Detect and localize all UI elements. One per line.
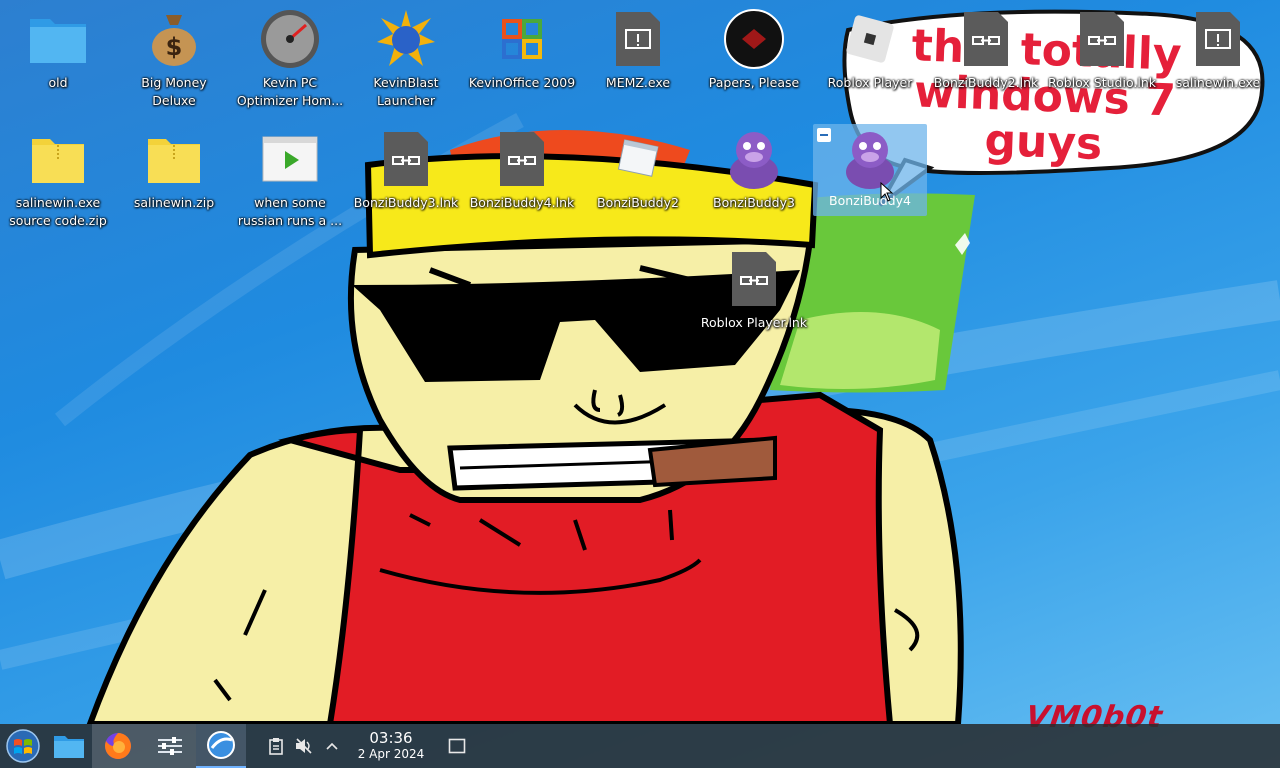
bonzi-gorilla-icon: [839, 128, 901, 190]
desktop-icon-old[interactable]: old: [1, 0, 115, 112]
money-bag-icon: $: [143, 8, 205, 70]
desktop-icon-bonzibuddy3-lnk[interactable]: BonziBuddy3.lnk: [349, 120, 463, 232]
desktop-icon-label: BonziBuddy4.lnk: [469, 195, 575, 210]
show-desktop-icon: [448, 738, 466, 754]
roblox-icon: [839, 8, 901, 70]
executable-icon: [607, 8, 669, 70]
taskbar-firefox-button[interactable]: [92, 724, 144, 768]
taskbar-settings-button[interactable]: [144, 724, 196, 768]
desktop-icon-big-money-deluxe[interactable]: $ Big Money Deluxe: [117, 0, 231, 112]
shortcut-file-icon: [723, 248, 785, 310]
desktop-icon-label: BonziBuddy3: [713, 195, 795, 210]
papers-please-icon: [723, 8, 785, 70]
desktop-icon-label: KevinOffice 2009: [468, 75, 576, 90]
shortcut-file-icon: [955, 8, 1017, 70]
shortcut-file-icon: [375, 128, 437, 190]
desktop-icon-bonzibuddy2[interactable]: BonziBuddy2: [581, 120, 695, 232]
bonzi-gorilla-icon: [723, 128, 785, 190]
desktop-icon-label: KevinBlast Launcher: [373, 75, 439, 108]
desktop-icon-label: BonziBuddy3.lnk: [353, 195, 459, 210]
desktop-icon-label: Kevin PC Optimizer Hom...: [236, 75, 344, 108]
folder-icon: [54, 736, 84, 758]
desktop-icon-memz-exe[interactable]: MEMZ.exe: [581, 0, 695, 112]
desktop-icon-russian-video[interactable]: when some russian runs a ...: [233, 120, 347, 232]
desktop-icon-label: Roblox Player.lnk: [700, 315, 808, 330]
desktop-icon-label: when some russian runs a ...: [237, 195, 343, 228]
zip-archive-icon: [27, 128, 89, 190]
desktop-icon-salinewin-zip[interactable]: salinewin.zip: [117, 120, 231, 232]
desktop-icon-label: Papers, Please: [708, 75, 800, 90]
taskbar: 03:36 2 Apr 2024: [0, 724, 1280, 768]
desktop-icon-roblox-player-lnk[interactable]: Roblox Player.lnk: [697, 240, 811, 352]
desktop-icon-label: MEMZ.exe: [605, 75, 671, 90]
mouse-cursor-icon: [880, 182, 894, 202]
desktop-icon-label: salinewin.zip: [133, 195, 215, 210]
start-menu-button[interactable]: [0, 724, 46, 768]
speedometer-icon: [259, 8, 321, 70]
desktop-icon-roblox-player[interactable]: Roblox Player: [813, 0, 927, 112]
volume-muted-icon: [296, 738, 312, 754]
globe-burst-icon: [375, 8, 437, 70]
clipboard-icon: [269, 738, 283, 755]
desktop-icon-bonzibuddy4-lnk[interactable]: BonziBuddy4.lnk: [465, 120, 579, 232]
deselect-toggle-icon[interactable]: [817, 128, 831, 142]
desktop-icon-label: BonziBuddy2.lnk: [933, 75, 1039, 90]
zip-archive-icon: [143, 128, 205, 190]
tray-expand-button[interactable]: [318, 724, 346, 768]
desktop-icon-label: Big Money Deluxe: [141, 75, 207, 108]
globe-burst-icon: [207, 731, 235, 759]
video-file-icon: [259, 128, 321, 190]
desktop-icon-label: Roblox Studio.lnk: [1047, 75, 1156, 90]
clock-date: 2 Apr 2024: [357, 747, 425, 761]
desktop-icon-salinewin-source-zip[interactable]: salinewin.exe source code.zip: [1, 120, 115, 232]
desktop-icon-label: old: [48, 75, 68, 90]
desktop-icon-kevinblast-launcher[interactable]: KevinBlast Launcher: [349, 0, 463, 112]
desktop-icon-label: salinewin.exe: [1175, 75, 1261, 90]
desktop-icon-papers-please[interactable]: Papers, Please: [697, 0, 811, 112]
desktop-icon-roblox-studio-lnk[interactable]: Roblox Studio.lnk: [1045, 0, 1159, 112]
firefox-icon: [105, 733, 131, 759]
volume-tray-button[interactable]: [290, 724, 318, 768]
office-logo-icon: [491, 8, 553, 70]
executable-icon: [1187, 8, 1249, 70]
shortcut-file-icon: [1071, 8, 1133, 70]
sliders-icon: [158, 737, 182, 755]
desktop-icon-salinewin-exe[interactable]: salinewin.exe: [1161, 0, 1275, 112]
desktop-icon-label: Roblox Player: [827, 75, 913, 90]
svg-text:$: $: [166, 33, 183, 61]
desktop-icon-kevinoffice-2009[interactable]: KevinOffice 2009: [465, 0, 579, 112]
desktop-icon-bonzibuddy4[interactable]: BonziBuddy4: [813, 124, 927, 216]
desktop-icon-kevin-pc-optimizer[interactable]: Kevin PC Optimizer Hom...: [233, 0, 347, 112]
clock-time: 03:36: [369, 729, 413, 747]
windows-orb-icon: [6, 729, 40, 763]
desktop-icon-label: salinewin.exe source code.zip: [9, 195, 107, 228]
desktop-icon-label: BonziBuddy4: [829, 193, 911, 208]
folder-icon: [27, 8, 89, 70]
clipboard-tray-button[interactable]: [262, 724, 290, 768]
taskbar-kevinblast-button[interactable]: [196, 724, 246, 768]
chevron-up-icon: [326, 742, 338, 750]
desktop-icon-bonzibuddy2-lnk[interactable]: BonziBuddy2.lnk: [929, 0, 1043, 112]
desktop-icon-label: BonziBuddy2: [597, 195, 679, 210]
desktop-icon-bonzibuddy3[interactable]: BonziBuddy3: [697, 120, 811, 232]
shortcut-file-icon: [491, 128, 553, 190]
window-app-icon: [607, 128, 669, 190]
taskbar-clock[interactable]: 03:36 2 Apr 2024: [354, 730, 428, 762]
show-desktop-button[interactable]: [442, 724, 472, 768]
taskbar-file-manager-button[interactable]: [46, 724, 92, 768]
